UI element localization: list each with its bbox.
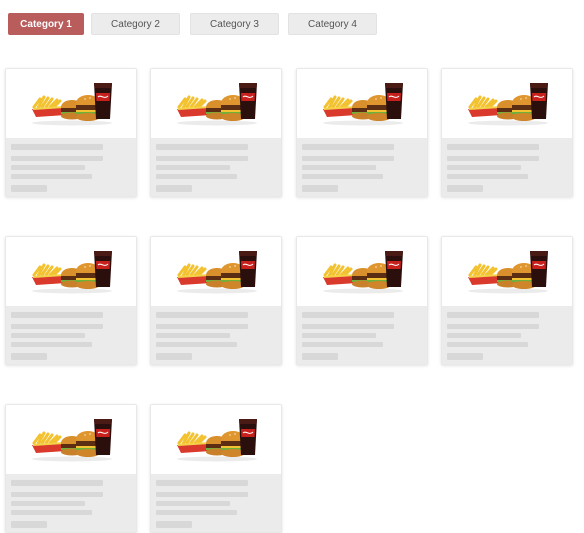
- skeleton-line: [156, 342, 237, 347]
- skeleton-line: [156, 312, 248, 318]
- loading-placeholder: [151, 306, 281, 364]
- loading-placeholder: [442, 306, 572, 364]
- skeleton-line: [11, 324, 103, 329]
- skeleton-line: [11, 510, 92, 515]
- skeleton-line: [302, 156, 394, 161]
- product-image: [6, 237, 136, 306]
- product-image: [442, 69, 572, 138]
- skeleton-line: [447, 333, 521, 338]
- skeleton-line: [447, 174, 528, 179]
- skeleton-line: [302, 174, 383, 179]
- skeleton-line: [156, 510, 237, 515]
- combo-meal-image: [177, 83, 257, 126]
- loading-placeholder: [6, 306, 136, 364]
- combo-meal-image: [468, 251, 548, 294]
- loading-placeholder: [297, 306, 427, 364]
- loading-placeholder: [151, 138, 281, 196]
- skeleton-line: [447, 342, 528, 347]
- skeleton-line: [156, 492, 248, 497]
- skeleton-line: [447, 353, 483, 360]
- product-image: [442, 237, 572, 306]
- skeleton-line: [156, 501, 230, 506]
- skeleton-line: [11, 174, 92, 179]
- skeleton-line: [302, 333, 376, 338]
- product-image: [6, 69, 136, 138]
- skeleton-line: [302, 342, 383, 347]
- skeleton-line: [11, 165, 85, 170]
- combo-meal-image: [177, 419, 257, 462]
- product-image: [297, 69, 427, 138]
- skeleton-line: [302, 144, 394, 150]
- combo-meal-image: [323, 251, 403, 294]
- skeleton-line: [302, 324, 394, 329]
- skeleton-line: [156, 521, 192, 528]
- skeleton-line: [447, 185, 483, 192]
- product-card[interactable]: [5, 404, 137, 533]
- skeleton-line: [11, 521, 47, 528]
- combo-meal-image: [323, 83, 403, 126]
- product-card[interactable]: [150, 236, 282, 365]
- product-card[interactable]: [5, 68, 137, 197]
- product-image: [151, 237, 281, 306]
- skeleton-line: [156, 165, 230, 170]
- combo-meal-image: [468, 83, 548, 126]
- loading-placeholder: [6, 138, 136, 196]
- product-image: [151, 405, 281, 474]
- skeleton-line: [156, 144, 248, 150]
- skeleton-line: [447, 156, 539, 161]
- skeleton-line: [156, 353, 192, 360]
- product-card[interactable]: [150, 68, 282, 197]
- skeleton-line: [302, 353, 338, 360]
- product-image: [6, 405, 136, 474]
- skeleton-line: [11, 492, 103, 497]
- skeleton-line: [302, 165, 376, 170]
- loading-placeholder: [442, 138, 572, 196]
- skeleton-line: [302, 185, 338, 192]
- skeleton-line: [302, 312, 394, 318]
- skeleton-line: [11, 333, 85, 338]
- product-card[interactable]: [150, 404, 282, 533]
- skeleton-line: [11, 144, 103, 150]
- product-card[interactable]: [5, 236, 137, 365]
- combo-meal-image: [32, 251, 112, 294]
- loading-placeholder: [151, 474, 281, 532]
- skeleton-line: [447, 165, 521, 170]
- skeleton-line: [11, 342, 92, 347]
- skeleton-line: [11, 353, 47, 360]
- skeleton-line: [156, 324, 248, 329]
- skeleton-line: [11, 480, 103, 486]
- product-image: [151, 69, 281, 138]
- combo-meal-image: [177, 251, 257, 294]
- skeleton-line: [156, 174, 237, 179]
- combo-meal-image: [32, 83, 112, 126]
- skeleton-line: [156, 480, 248, 486]
- product-grid: [0, 0, 584, 533]
- loading-placeholder: [6, 474, 136, 532]
- skeleton-line: [447, 144, 539, 150]
- skeleton-line: [11, 156, 103, 161]
- product-card[interactable]: [296, 68, 428, 197]
- skeleton-line: [156, 333, 230, 338]
- skeleton-line: [447, 324, 539, 329]
- skeleton-line: [447, 312, 539, 318]
- combo-meal-image: [32, 419, 112, 462]
- product-card[interactable]: [441, 68, 573, 197]
- skeleton-line: [11, 185, 47, 192]
- product-card[interactable]: [441, 236, 573, 365]
- skeleton-line: [11, 501, 85, 506]
- skeleton-line: [11, 312, 103, 318]
- skeleton-line: [156, 156, 248, 161]
- product-image: [297, 237, 427, 306]
- skeleton-line: [156, 185, 192, 192]
- loading-placeholder: [297, 138, 427, 196]
- product-card[interactable]: [296, 236, 428, 365]
